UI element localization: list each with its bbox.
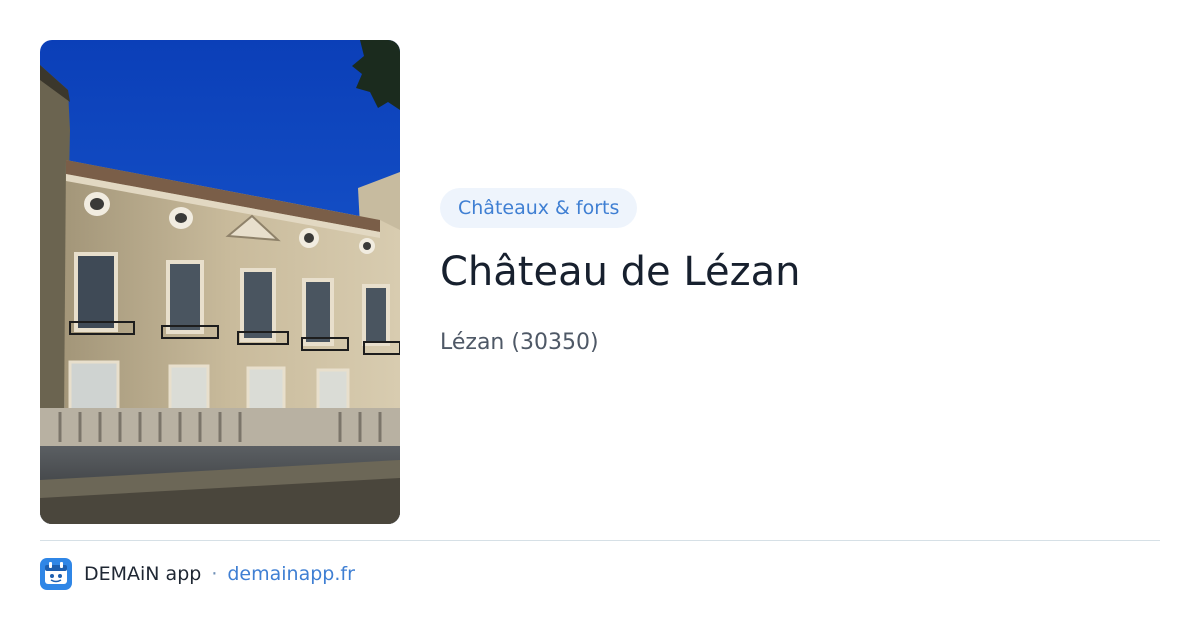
demain-app-logo-icon [40,558,72,590]
app-url-link[interactable]: demainapp.fr [227,563,355,585]
footer-separator: · [211,563,218,585]
chateau-photo [40,40,400,524]
app-name: DEMAiN app [84,563,202,585]
share-card: Châteaux & forts Château de Lézan Lézan … [0,0,1200,630]
category-badge[interactable]: Châteaux & forts [440,188,638,228]
place-location: Lézan (30350) [440,330,599,355]
place-info: Châteaux & forts Château de Lézan Lézan … [440,188,1160,355]
app-footer: DEMAiN app · demainapp.fr [40,558,355,590]
place-title: Château de Lézan [440,249,801,295]
footer-divider [40,540,1160,541]
